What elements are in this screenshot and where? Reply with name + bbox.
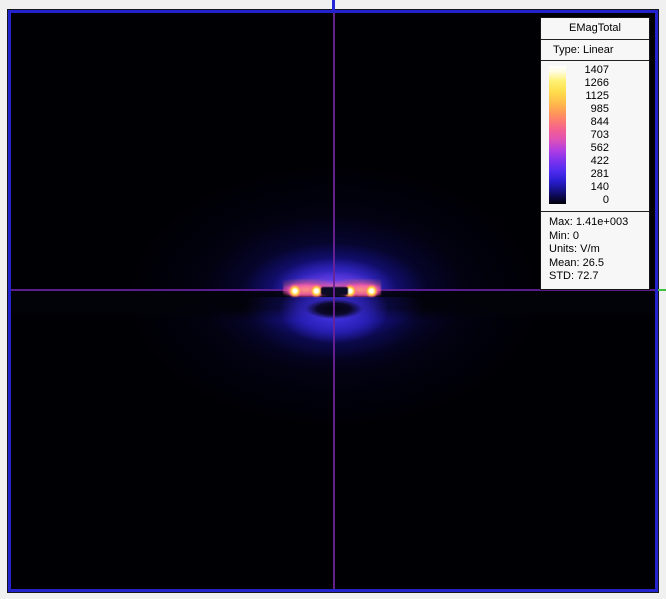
legend-panel[interactable]: EMagTotal Type: Linear 14071266112598584… — [540, 17, 650, 290]
colorbar-tick-label: 844 — [575, 116, 609, 128]
legend-stat-line: Min: 0 — [549, 230, 643, 244]
legend-stat-line: Units: V/m — [549, 243, 643, 257]
crosshair-vertical-margin-segment — [332, 0, 335, 10]
legend-title: EMagTotal — [541, 18, 649, 40]
application-window: { "window": { "background": "#f0f0f0" },… — [0, 0, 666, 599]
colorbar-gradient — [549, 66, 566, 204]
legend-stat-line: Max: 1.41e+003 — [549, 216, 643, 230]
colorbar-tick-label: 703 — [575, 129, 609, 141]
colorbar-tick-label: 562 — [575, 142, 609, 154]
colorbar-tick-label: 1125 — [575, 90, 609, 102]
colorbar-tick-label: 985 — [575, 103, 609, 115]
legend-stat-line: STD: 72.7 — [549, 270, 643, 284]
colorbar-tick-label: 0 — [575, 194, 609, 206]
colorbar-tick-label: 422 — [575, 155, 609, 167]
x-axis-marker — [658, 289, 666, 291]
crosshair-vertical — [333, 13, 335, 589]
colorbar-tick-label: 281 — [575, 168, 609, 180]
legend-scale-type: Type: Linear — [541, 40, 649, 61]
legend-statistics: Max: 1.41e+003Min: 0Units: V/mMean: 26.5… — [541, 212, 649, 289]
legend-colorbar-section: 1407126611259858447035624222811400 — [541, 61, 649, 212]
colorbar-tick-label: 1266 — [575, 77, 609, 89]
colorbar-tick-label: 1407 — [575, 64, 609, 76]
legend-stat-line: Mean: 26.5 — [549, 257, 643, 271]
colorbar-tick-labels: 1407126611259858447035624222811400 — [575, 64, 609, 206]
colorbar-tick-label: 140 — [575, 181, 609, 193]
